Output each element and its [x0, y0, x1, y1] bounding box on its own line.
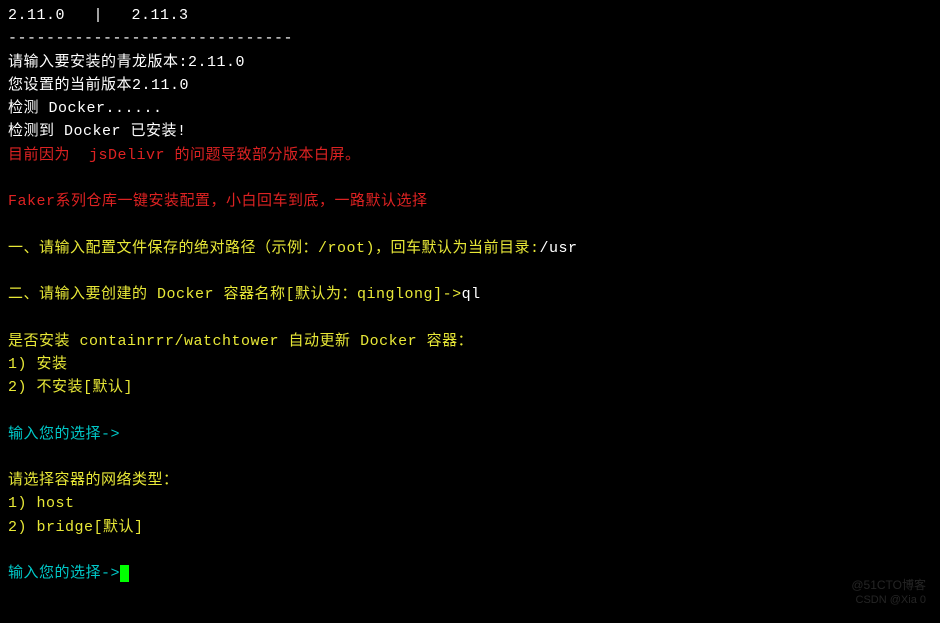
- set-version-line: 您设置的当前版本2.11.0: [8, 74, 932, 97]
- input-install-version[interactable]: 2.11.0: [188, 54, 245, 71]
- wt-pkg: containrrr/watchtower: [80, 333, 280, 350]
- warn-jsdelivr: jsDelivr: [89, 147, 165, 164]
- faker-label: Faker: [8, 193, 56, 210]
- opt-install: 1) 安装: [8, 353, 932, 376]
- step2-line: 二、请输入要创建的 Docker 容器名称[默认为：qinglong]->ql: [8, 283, 932, 306]
- step1-root: /root: [318, 240, 366, 257]
- warn-part-c: 的问题导致部分版本白屏。: [165, 147, 361, 164]
- choice-prompt-2-text: 输入您的选择->: [8, 565, 120, 582]
- faker-line: Faker系列仓库一键安装配置，小白回车到底，一路默认选择: [8, 190, 932, 213]
- docker-check: 检测 Docker......: [8, 97, 932, 120]
- input-container-name[interactable]: ql: [462, 286, 481, 303]
- warn-part-a: 目前因为: [8, 147, 89, 164]
- wt-docker: Docker: [360, 333, 417, 350]
- step1-c: )，回车默认为当前目录:: [366, 240, 540, 257]
- watermark-csdn: CSDN @Xia 0: [856, 592, 926, 609]
- faker-text: 系列仓库一键安装配置，小白回车到底，一路默认选择: [56, 193, 428, 210]
- opt-no-install: 2) 不安装[默认]: [8, 376, 932, 399]
- set-version-value: 2.11.0: [132, 77, 189, 94]
- opt-host: 1) host: [8, 492, 932, 515]
- terminal-cursor: [120, 565, 129, 582]
- prompt-text: 请输入要安装的青龙版本:: [8, 54, 188, 71]
- version-row: 2.11.0 | 2.11.3: [8, 4, 932, 27]
- input-path[interactable]: /usr: [540, 240, 578, 257]
- step2-default: qinglong: [357, 286, 433, 303]
- choice-prompt-1[interactable]: 输入您的选择->: [8, 423, 932, 446]
- watchtower-line: 是否安装 containrrr/watchtower 自动更新 Docker 容…: [8, 330, 932, 353]
- step1-a: 一、请输入配置文件保存的绝对路径（示例：: [8, 240, 318, 257]
- step2-a: 二、请输入要创建的: [8, 286, 157, 303]
- step2-c: 容器名称[默认为：: [214, 286, 357, 303]
- docker-installed: 检测到 Docker 已安装!: [8, 120, 932, 143]
- step1-line: 一、请输入配置文件保存的绝对路径（示例：/root)，回车默认为当前目录:/us…: [8, 237, 932, 260]
- set-version-label: 您设置的当前版本: [8, 77, 132, 94]
- opt-bridge: 2) bridge[默认]: [8, 516, 932, 539]
- network-heading: 请选择容器的网络类型：: [8, 469, 932, 492]
- prompt-install-version: 请输入要安装的青龙版本:2.11.0: [8, 51, 932, 74]
- wt-e: 容器：: [417, 333, 473, 350]
- wt-c: 自动更新: [279, 333, 360, 350]
- divider-line: ------------------------------: [8, 27, 932, 50]
- jsdelivr-warning: 目前因为 jsDelivr 的问题导致部分版本白屏。: [8, 144, 932, 167]
- choice-prompt-2[interactable]: 输入您的选择->: [8, 562, 932, 585]
- wt-a: 是否安装: [8, 333, 80, 350]
- step2-docker: Docker: [157, 286, 214, 303]
- step2-arrow: ]->: [433, 286, 462, 303]
